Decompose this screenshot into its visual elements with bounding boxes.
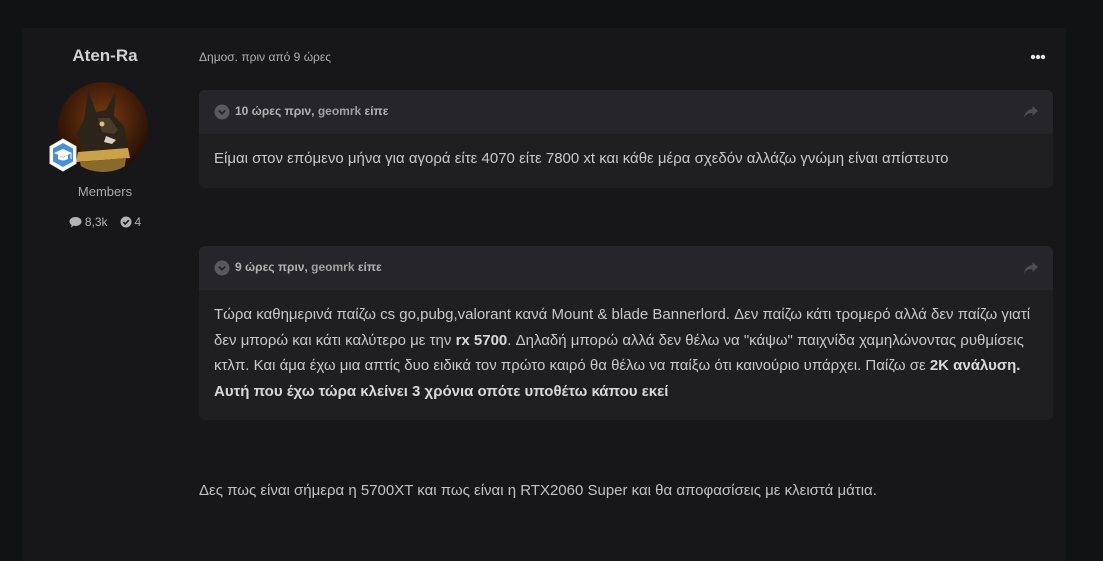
quote-text: Είμαι στον επόμενο μήνα για αγορά είτε 4… [214, 150, 949, 167]
reply-text: Δες πως είναι σήμερα η 5700XT και πως εί… [199, 482, 877, 499]
share-arrow-icon[interactable] [1023, 105, 1039, 119]
quote-citation: 9 ώρες πριν, geomrk είπε [235, 260, 382, 274]
reputation-count: 4 [134, 215, 142, 229]
check-circle-icon [120, 216, 132, 228]
chevron-down-icon[interactable] [214, 104, 230, 120]
post-content: Δημοσ. πριν από 9 ώρες 10 ώρες πριν, geo… [199, 28, 1053, 561]
quote-said: είπε [364, 104, 389, 118]
share-arrow-icon[interactable] [1023, 261, 1039, 275]
quote-user[interactable]: geomrk [318, 104, 361, 118]
posts-count: 8,3k [84, 215, 108, 229]
quote-time[interactable]: 10 ώρες πριν, [235, 104, 314, 118]
quote-text: Τώρα καθημερινά παίζω cs go,pubg,valoran… [199, 290, 1053, 420]
reputation-stat: 4 [120, 215, 142, 229]
forum-post: Aten-Ra Members 8,3k 4 Δημοσ. πριν από 9… [22, 28, 1066, 561]
comment-icon [69, 216, 82, 228]
ellipsis-icon[interactable] [1025, 47, 1051, 67]
quote-citation: 10 ώρες πριν, geomrk είπε [235, 104, 388, 118]
post-timestamp[interactable]: Δημοσ. πριν από 9 ώρες [199, 50, 331, 64]
quote-time[interactable]: 9 ώρες πριν, [235, 260, 308, 274]
quote-header: 9 ώρες πριν, geomrk είπε [199, 246, 1053, 290]
graduation-cap-badge-icon [45, 137, 81, 173]
quote-text-bold: 2K ανάλυση [929, 357, 1017, 374]
quote-block: 10 ώρες πριν, geomrk είπε Είμαι στον επό… [199, 90, 1053, 188]
author-panel: Aten-Ra Members 8,3k 4 [22, 28, 188, 561]
quote-header: 10 ώρες πριν, geomrk είπε [199, 90, 1053, 134]
author-name[interactable]: Aten-Ra [22, 46, 188, 66]
quote-user[interactable]: geomrk [311, 260, 354, 274]
author-stats: 8,3k 4 [22, 215, 188, 229]
chevron-down-icon[interactable] [214, 260, 230, 276]
member-group: Members [77, 184, 133, 199]
quote-block: 9 ώρες πριν, geomrk είπε Τώρα καθημερινά… [199, 246, 1053, 420]
posts-stat: 8,3k [69, 215, 108, 229]
quote-text-bold: rx 5700 [455, 331, 508, 349]
quote-said: είπε [357, 260, 382, 274]
